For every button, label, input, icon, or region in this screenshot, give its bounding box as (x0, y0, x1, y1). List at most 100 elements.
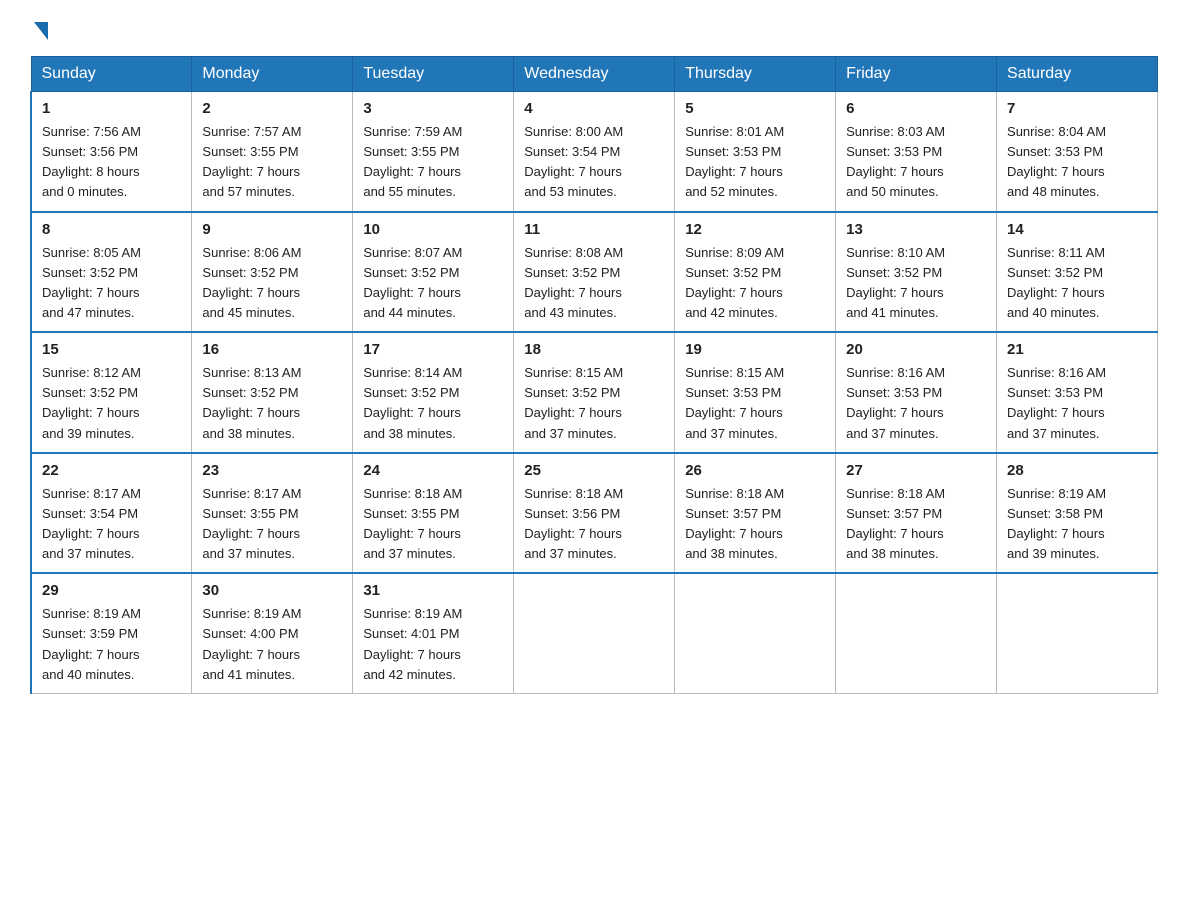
calendar-cell: 21 Sunrise: 8:16 AMSunset: 3:53 PMDaylig… (997, 332, 1158, 453)
calendar-cell: 28 Sunrise: 8:19 AMSunset: 3:58 PMDaylig… (997, 453, 1158, 574)
col-header-friday: Friday (836, 57, 997, 92)
calendar-cell: 26 Sunrise: 8:18 AMSunset: 3:57 PMDaylig… (675, 453, 836, 574)
calendar-cell: 7 Sunrise: 8:04 AMSunset: 3:53 PMDayligh… (997, 92, 1158, 212)
calendar-cell: 17 Sunrise: 8:14 AMSunset: 3:52 PMDaylig… (353, 332, 514, 453)
day-number: 4 (524, 100, 664, 117)
calendar-cell: 8 Sunrise: 8:05 AMSunset: 3:52 PMDayligh… (31, 212, 192, 333)
calendar-cell: 12 Sunrise: 8:09 AMSunset: 3:52 PMDaylig… (675, 212, 836, 333)
day-number: 8 (42, 221, 181, 238)
calendar-cell: 1 Sunrise: 7:56 AMSunset: 3:56 PMDayligh… (31, 92, 192, 212)
day-number: 17 (363, 341, 503, 358)
day-number: 9 (202, 221, 342, 238)
calendar-cell (675, 573, 836, 693)
day-info: Sunrise: 8:17 AMSunset: 3:54 PMDaylight:… (42, 484, 181, 565)
day-info: Sunrise: 8:00 AMSunset: 3:54 PMDaylight:… (524, 122, 664, 203)
calendar-cell: 15 Sunrise: 8:12 AMSunset: 3:52 PMDaylig… (31, 332, 192, 453)
day-number: 15 (42, 341, 181, 358)
calendar-header-row: SundayMondayTuesdayWednesdayThursdayFrid… (31, 57, 1158, 92)
calendar-cell: 29 Sunrise: 8:19 AMSunset: 3:59 PMDaylig… (31, 573, 192, 693)
day-number: 30 (202, 582, 342, 599)
day-info: Sunrise: 8:11 AMSunset: 3:52 PMDaylight:… (1007, 243, 1147, 324)
day-info: Sunrise: 8:13 AMSunset: 3:52 PMDaylight:… (202, 363, 342, 444)
calendar-cell: 6 Sunrise: 8:03 AMSunset: 3:53 PMDayligh… (836, 92, 997, 212)
calendar-cell: 20 Sunrise: 8:16 AMSunset: 3:53 PMDaylig… (836, 332, 997, 453)
calendar-cell: 10 Sunrise: 8:07 AMSunset: 3:52 PMDaylig… (353, 212, 514, 333)
day-number: 31 (363, 582, 503, 599)
calendar-cell: 4 Sunrise: 8:00 AMSunset: 3:54 PMDayligh… (514, 92, 675, 212)
day-info: Sunrise: 8:17 AMSunset: 3:55 PMDaylight:… (202, 484, 342, 565)
calendar-cell (836, 573, 997, 693)
calendar-cell: 22 Sunrise: 8:17 AMSunset: 3:54 PMDaylig… (31, 453, 192, 574)
day-number: 22 (42, 462, 181, 479)
day-number: 23 (202, 462, 342, 479)
day-number: 1 (42, 100, 181, 117)
day-number: 24 (363, 462, 503, 479)
page-header (30, 20, 1158, 38)
calendar-cell: 30 Sunrise: 8:19 AMSunset: 4:00 PMDaylig… (192, 573, 353, 693)
calendar-cell: 18 Sunrise: 8:15 AMSunset: 3:52 PMDaylig… (514, 332, 675, 453)
day-number: 10 (363, 221, 503, 238)
day-info: Sunrise: 8:18 AMSunset: 3:55 PMDaylight:… (363, 484, 503, 565)
calendar-cell: 19 Sunrise: 8:15 AMSunset: 3:53 PMDaylig… (675, 332, 836, 453)
day-info: Sunrise: 8:08 AMSunset: 3:52 PMDaylight:… (524, 243, 664, 324)
day-number: 11 (524, 221, 664, 238)
calendar-week-row: 15 Sunrise: 8:12 AMSunset: 3:52 PMDaylig… (31, 332, 1158, 453)
day-info: Sunrise: 8:04 AMSunset: 3:53 PMDaylight:… (1007, 122, 1147, 203)
day-info: Sunrise: 8:09 AMSunset: 3:52 PMDaylight:… (685, 243, 825, 324)
calendar-cell: 24 Sunrise: 8:18 AMSunset: 3:55 PMDaylig… (353, 453, 514, 574)
day-info: Sunrise: 8:15 AMSunset: 3:53 PMDaylight:… (685, 363, 825, 444)
day-info: Sunrise: 8:16 AMSunset: 3:53 PMDaylight:… (1007, 363, 1147, 444)
col-header-tuesday: Tuesday (353, 57, 514, 92)
day-number: 26 (685, 462, 825, 479)
calendar-table: SundayMondayTuesdayWednesdayThursdayFrid… (30, 56, 1158, 694)
calendar-cell: 9 Sunrise: 8:06 AMSunset: 3:52 PMDayligh… (192, 212, 353, 333)
day-info: Sunrise: 7:57 AMSunset: 3:55 PMDaylight:… (202, 122, 342, 203)
day-number: 28 (1007, 462, 1147, 479)
day-number: 20 (846, 341, 986, 358)
col-header-wednesday: Wednesday (514, 57, 675, 92)
col-header-saturday: Saturday (997, 57, 1158, 92)
day-number: 16 (202, 341, 342, 358)
logo (30, 20, 48, 38)
calendar-cell: 14 Sunrise: 8:11 AMSunset: 3:52 PMDaylig… (997, 212, 1158, 333)
day-info: Sunrise: 8:10 AMSunset: 3:52 PMDaylight:… (846, 243, 986, 324)
day-info: Sunrise: 8:19 AMSunset: 4:01 PMDaylight:… (363, 604, 503, 685)
calendar-cell: 13 Sunrise: 8:10 AMSunset: 3:52 PMDaylig… (836, 212, 997, 333)
day-info: Sunrise: 8:19 AMSunset: 3:58 PMDaylight:… (1007, 484, 1147, 565)
calendar-cell: 3 Sunrise: 7:59 AMSunset: 3:55 PMDayligh… (353, 92, 514, 212)
calendar-week-row: 8 Sunrise: 8:05 AMSunset: 3:52 PMDayligh… (31, 212, 1158, 333)
day-info: Sunrise: 8:06 AMSunset: 3:52 PMDaylight:… (202, 243, 342, 324)
calendar-week-row: 1 Sunrise: 7:56 AMSunset: 3:56 PMDayligh… (31, 92, 1158, 212)
day-info: Sunrise: 7:59 AMSunset: 3:55 PMDaylight:… (363, 122, 503, 203)
logo-arrow-icon (34, 22, 48, 40)
day-info: Sunrise: 8:18 AMSunset: 3:57 PMDaylight:… (685, 484, 825, 565)
calendar-cell: 2 Sunrise: 7:57 AMSunset: 3:55 PMDayligh… (192, 92, 353, 212)
day-number: 12 (685, 221, 825, 238)
day-number: 6 (846, 100, 986, 117)
day-number: 14 (1007, 221, 1147, 238)
calendar-cell (997, 573, 1158, 693)
day-number: 21 (1007, 341, 1147, 358)
calendar-week-row: 29 Sunrise: 8:19 AMSunset: 3:59 PMDaylig… (31, 573, 1158, 693)
day-info: Sunrise: 8:03 AMSunset: 3:53 PMDaylight:… (846, 122, 986, 203)
calendar-cell: 23 Sunrise: 8:17 AMSunset: 3:55 PMDaylig… (192, 453, 353, 574)
day-info: Sunrise: 8:12 AMSunset: 3:52 PMDaylight:… (42, 363, 181, 444)
calendar-cell: 5 Sunrise: 8:01 AMSunset: 3:53 PMDayligh… (675, 92, 836, 212)
day-number: 2 (202, 100, 342, 117)
day-number: 7 (1007, 100, 1147, 117)
day-number: 19 (685, 341, 825, 358)
day-info: Sunrise: 8:16 AMSunset: 3:53 PMDaylight:… (846, 363, 986, 444)
day-number: 27 (846, 462, 986, 479)
calendar-cell (514, 573, 675, 693)
col-header-thursday: Thursday (675, 57, 836, 92)
calendar-cell: 27 Sunrise: 8:18 AMSunset: 3:57 PMDaylig… (836, 453, 997, 574)
calendar-week-row: 22 Sunrise: 8:17 AMSunset: 3:54 PMDaylig… (31, 453, 1158, 574)
day-number: 25 (524, 462, 664, 479)
day-info: Sunrise: 8:07 AMSunset: 3:52 PMDaylight:… (363, 243, 503, 324)
day-info: Sunrise: 8:15 AMSunset: 3:52 PMDaylight:… (524, 363, 664, 444)
day-info: Sunrise: 7:56 AMSunset: 3:56 PMDaylight:… (42, 122, 181, 203)
day-info: Sunrise: 8:18 AMSunset: 3:57 PMDaylight:… (846, 484, 986, 565)
day-number: 5 (685, 100, 825, 117)
calendar-cell: 16 Sunrise: 8:13 AMSunset: 3:52 PMDaylig… (192, 332, 353, 453)
calendar-cell: 11 Sunrise: 8:08 AMSunset: 3:52 PMDaylig… (514, 212, 675, 333)
